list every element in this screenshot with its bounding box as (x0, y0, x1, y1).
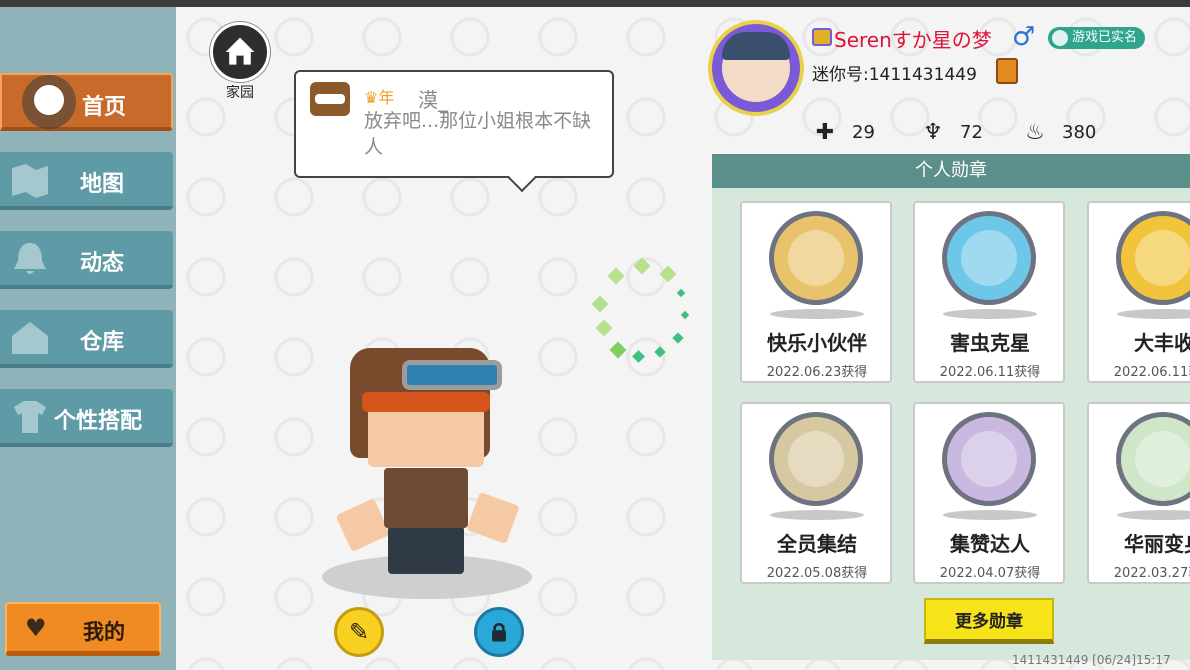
medal-date: 2022.03.27获得 (1113, 566, 1190, 581)
medal-card[interactable]: 集赞达人 2022.04.07获得 (913, 402, 1065, 584)
more-medals-button[interactable]: 更多勋章 (924, 598, 1054, 644)
top-bar (0, 0, 1190, 7)
sidebar-item-label: 首页 (82, 95, 127, 120)
house-icon (210, 22, 270, 82)
sidebar: 首页 地图 动态 仓库 个性搭配 ♥ 我的 (0, 7, 176, 670)
medal-date: 2022.04.07获得 (939, 566, 1041, 581)
footer-watermark: 1411431449 [06/24]15:17 (1012, 653, 1171, 667)
homeland-label: 家园 (226, 85, 254, 101)
medal-date: 2022.06.11获得 (939, 365, 1041, 380)
map-icon (12, 164, 48, 198)
loading-spinner (588, 257, 696, 366)
sidebar-item-label: 仓库 (80, 330, 125, 355)
bubble-message: 放弃吧...那位小姐根本不缺人 (364, 110, 592, 158)
vip-crown-icon (812, 28, 832, 46)
medal-badge-icon (942, 211, 1036, 305)
medal-name: 集赞达人 (950, 532, 1030, 556)
medal-badge-icon (1116, 211, 1190, 305)
mine-button[interactable]: ♥ 我的 (5, 602, 161, 656)
medal-name: 害虫克星 (950, 331, 1030, 355)
stat-popularity[interactable]: ♨ 380 (1022, 116, 1096, 148)
level-badge-icon: ♛年 (364, 88, 395, 107)
medal-date: 2022.06.11获得 (1113, 365, 1190, 380)
sidebar-item-label: 个性搭配 (54, 409, 143, 434)
medal-date: 2022.06.23获得 (766, 365, 868, 380)
stat-posts[interactable]: ✚ 29 (812, 116, 875, 148)
stat-fans[interactable]: ♆ 72 (920, 116, 983, 148)
medal-name: 大丰收 (1134, 331, 1190, 355)
bell-icon (14, 243, 46, 274)
medal-badge-icon (1116, 412, 1190, 506)
profile-avatar[interactable] (708, 20, 804, 116)
warehouse-icon (12, 322, 48, 354)
medal-card[interactable]: 大丰收 2022.06.11获得 (1087, 201, 1190, 383)
medal-card[interactable]: 害虫克星 2022.06.11获得 (913, 201, 1065, 383)
profile-nickname: Serenすか星の梦 (834, 28, 992, 52)
sidebar-item-label: 地图 (80, 172, 125, 197)
sidebar-item-label: 动态 (80, 251, 125, 276)
floating-toggle-button[interactable] (22, 75, 76, 129)
sidebar-item-warehouse[interactable]: 仓库 (0, 310, 173, 368)
cheer-icon: ♆ (923, 119, 943, 145)
medal-badge-icon (942, 412, 1036, 506)
sidebar-item-map[interactable]: 地图 (0, 152, 173, 210)
medal-badge-icon (769, 412, 863, 506)
outfit-icon (14, 401, 46, 433)
homeland-button[interactable]: 家园 (210, 22, 270, 102)
flame-icon: ♨ (1025, 119, 1045, 145)
medal-name: 华丽变身 (1124, 532, 1190, 556)
sidebar-item-outfit[interactable]: 个性搭配 (0, 389, 173, 447)
copy-icon[interactable] (996, 58, 1018, 84)
edit-pencil-button[interactable]: ✎ (334, 607, 384, 657)
sidebar-item-feed[interactable]: 动态 (0, 231, 173, 289)
medal-card[interactable]: 全员集结 2022.05.08获得 (740, 402, 892, 584)
plus-flag-icon: ✚ (815, 119, 835, 145)
realname-badge: 游戏已实名 (1048, 27, 1146, 49)
player-character[interactable] (322, 340, 532, 600)
medal-name: 全员集结 (777, 532, 857, 556)
lock-icon (492, 622, 506, 642)
bear-avatar-icon (310, 82, 350, 116)
heart-icon: ♥ (25, 614, 47, 642)
lock-button[interactable] (474, 607, 524, 657)
goggles-icon (402, 360, 502, 390)
medal-card[interactable]: 快乐小伙伴 2022.06.23获得 (740, 201, 892, 383)
pencil-icon: ✎ (348, 618, 370, 646)
medal-panel-title: 个人勋章 (712, 154, 1190, 188)
speech-bubble: ♛年 漠_ 放弃吧...那位小姐根本不缺人 (294, 70, 614, 178)
medal-badge-icon (769, 211, 863, 305)
medal-date: 2022.05.08获得 (766, 566, 868, 581)
medal-name: 快乐小伙伴 (767, 331, 867, 355)
medal-card[interactable]: 华丽变身 2022.03.27获得 (1087, 402, 1190, 584)
profile-uid: 迷你号:1411431449 (812, 65, 977, 85)
gender-male-icon: ♂ (1012, 22, 1036, 52)
